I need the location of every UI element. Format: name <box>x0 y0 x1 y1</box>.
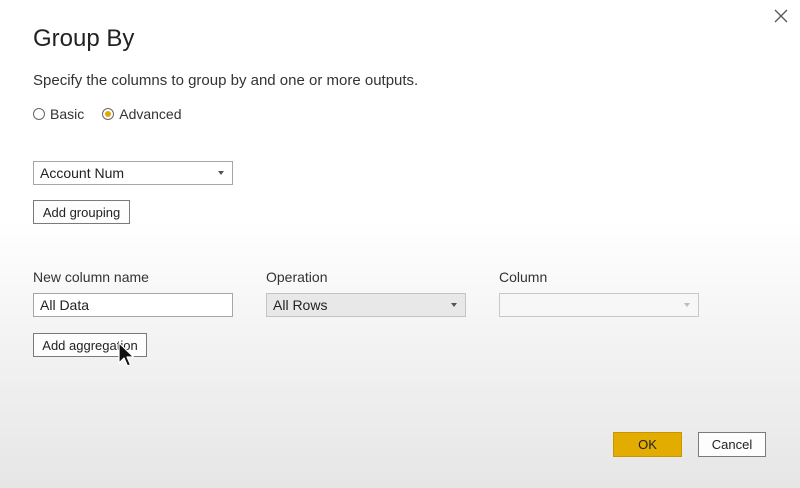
radio-advanced[interactable]: Advanced <box>102 106 182 122</box>
radio-basic-label: Basic <box>50 106 85 122</box>
chevron-down-icon <box>451 303 457 307</box>
add-aggregation-button[interactable]: Add aggregation <box>33 333 147 357</box>
cancel-button[interactable]: Cancel <box>698 432 766 457</box>
mode-radio-group: Basic Advanced <box>33 106 200 122</box>
operation-select[interactable]: All Rows <box>266 293 466 317</box>
radio-advanced-circle[interactable] <box>102 108 115 120</box>
new-column-name-header: New column name <box>33 269 149 285</box>
chevron-down-icon <box>218 171 224 175</box>
ok-button[interactable]: OK <box>613 432 682 457</box>
column-select[interactable] <box>499 293 699 317</box>
close-button[interactable] <box>768 4 794 28</box>
operation-header: Operation <box>266 269 328 285</box>
chevron-down-icon <box>684 303 690 307</box>
close-icon <box>774 9 788 23</box>
group-by-dialog: Group By Specify the columns to group by… <box>0 0 800 488</box>
radio-basic[interactable]: Basic <box>33 106 84 122</box>
radio-advanced-label: Advanced <box>119 106 182 122</box>
radio-basic-circle[interactable] <box>33 108 45 120</box>
grouping-column-select[interactable]: Account Num <box>33 161 233 185</box>
add-grouping-button[interactable]: Add grouping <box>33 200 130 224</box>
dialog-subtitle: Specify the columns to group by and one … <box>33 72 419 89</box>
operation-value: All Rows <box>273 297 328 313</box>
new-column-name-input[interactable] <box>33 293 233 317</box>
grouping-column-value: Account Num <box>40 165 125 181</box>
column-header: Column <box>499 269 548 285</box>
dialog-title: Group By <box>33 25 135 52</box>
